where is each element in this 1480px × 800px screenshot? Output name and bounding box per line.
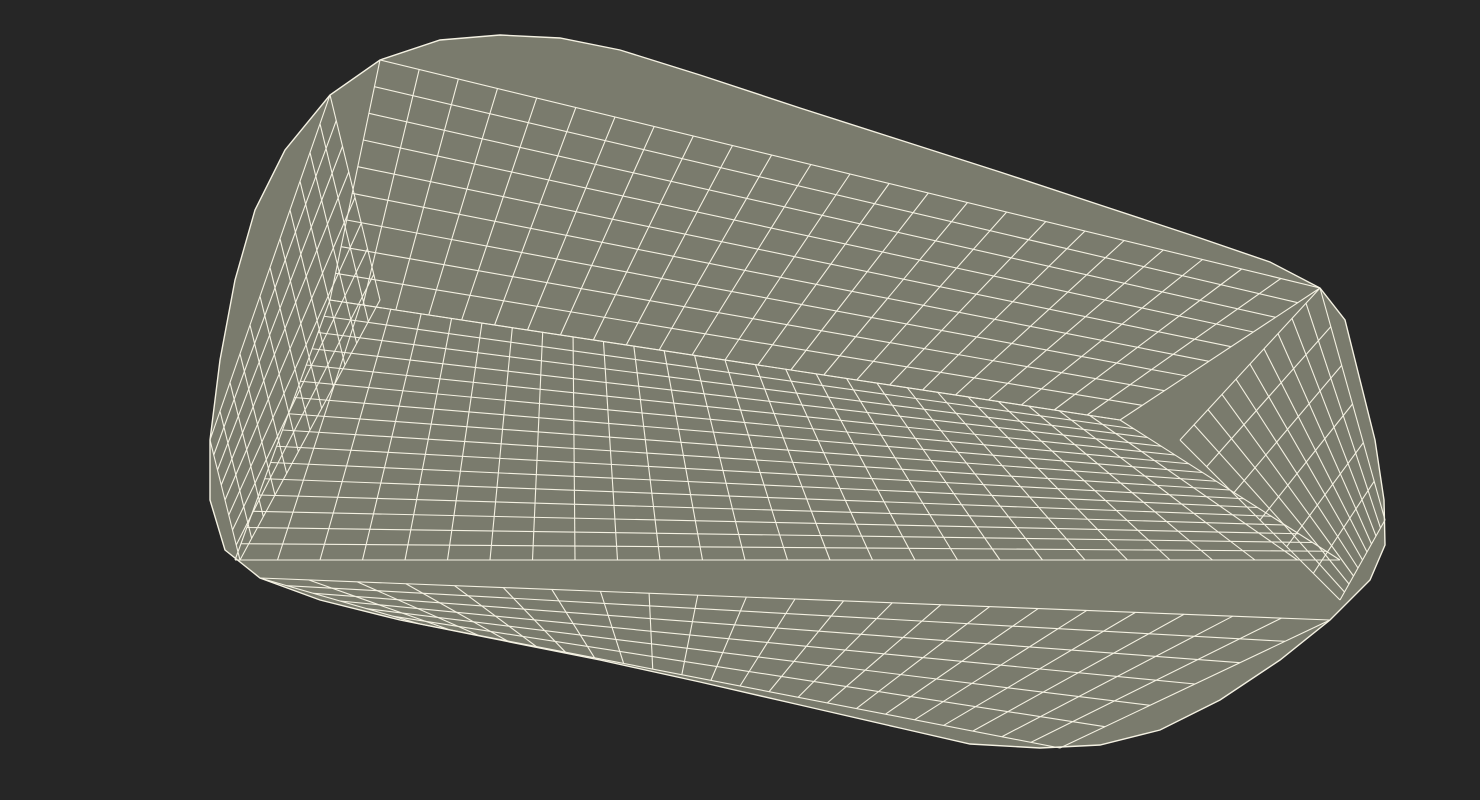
mesh-silhouette [209,34,1386,749]
3d-viewport[interactable] [0,0,1480,800]
rounded-box-mesh [209,34,1386,749]
wireframe-mesh-render [209,34,1386,749]
